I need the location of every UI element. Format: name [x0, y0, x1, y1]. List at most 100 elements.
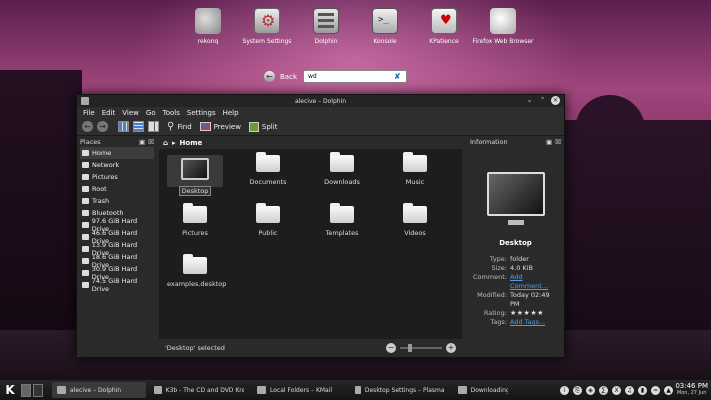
menu-go[interactable]: Go: [146, 109, 156, 117]
zoom-out-icon[interactable]: −: [386, 343, 396, 353]
file-item[interactable]: Downloads: [314, 152, 370, 186]
clock[interactable]: 03:46 PM Mon, 27 Jun: [675, 382, 708, 396]
file-name: Templates: [325, 229, 359, 237]
minimize-icon[interactable]: ⌄: [525, 96, 534, 105]
clock-time: 03:46 PM: [675, 382, 708, 390]
desktop-2[interactable]: [33, 383, 43, 397]
kde-menu-icon[interactable]: K: [1, 381, 19, 399]
file-name: Videos: [404, 229, 426, 237]
file-item[interactable]: Templates: [314, 203, 370, 237]
file-item[interactable]: Music: [387, 152, 443, 186]
file-item[interactable]: Pictures: [167, 203, 223, 237]
panel-close-icon[interactable]: ☒: [148, 138, 154, 147]
breadcrumb: ⌂ ▸ Home: [159, 136, 462, 149]
info-icon[interactable]: i: [560, 385, 569, 395]
task-button[interactable]: Local Folders – KMail: [252, 382, 347, 398]
menu-tools[interactable]: Tools: [163, 109, 180, 117]
info-name: Desktop: [499, 239, 532, 247]
find-button[interactable]: ⚲ Find: [167, 121, 192, 132]
file-name: Documents: [249, 178, 287, 186]
task-button[interactable]: Downloading: [453, 382, 513, 398]
task-label: K3b - The CD and DVD Kreator: [165, 386, 244, 394]
file-item[interactable]: examples.desktop: [167, 254, 226, 288]
details-view-icon[interactable]: [148, 121, 159, 132]
task-button[interactable]: Desktop Settings – Plasma Desktop Shell: [350, 382, 450, 398]
place-label: Bluetooth: [92, 209, 124, 217]
place-item[interactable]: Root: [80, 183, 154, 195]
menu-edit[interactable]: Edit: [102, 109, 116, 117]
panel-float-icon[interactable]: ▣: [139, 138, 145, 147]
task-button[interactable]: K3b - The CD and DVD Kreator: [149, 382, 249, 398]
place-label: Home: [92, 149, 112, 157]
icons-view-icon[interactable]: [118, 121, 129, 132]
panel-close-icon[interactable]: ☒: [555, 138, 561, 147]
info-key: Type:: [489, 255, 507, 263]
zoom-slider[interactable]: [400, 344, 442, 352]
zoom-control: − +: [386, 343, 456, 353]
place-item[interactable]: Home: [80, 147, 154, 159]
place-item[interactable]: Trash: [80, 195, 154, 207]
menu-help[interactable]: Help: [223, 109, 239, 117]
zoom-in-icon[interactable]: +: [446, 343, 456, 353]
battery-icon[interactable]: ▮: [638, 385, 647, 395]
split-button[interactable]: Split: [248, 121, 277, 132]
file-name: Pictures: [182, 229, 208, 237]
file-item[interactable]: Documents: [240, 152, 296, 186]
place-item[interactable]: Pictures: [80, 171, 154, 183]
preview-button[interactable]: Preview: [199, 122, 241, 131]
desktop-pager[interactable]: [21, 383, 43, 397]
file-name: Music: [405, 178, 425, 186]
breadcrumb-home[interactable]: Home: [180, 139, 203, 147]
rekonq-icon: [195, 8, 221, 34]
search-input[interactable]: wd ✘: [303, 70, 407, 83]
task-list: alecive – Dolphin K3b - The CD and DVD Kr…: [49, 382, 513, 398]
place-item[interactable]: Network: [80, 159, 154, 171]
menu-settings[interactable]: Settings: [187, 109, 216, 117]
info-link[interactable]: Add Comment...: [510, 273, 561, 291]
info-row: Size: 4.0 KiB: [470, 264, 561, 273]
menu-file[interactable]: File: [83, 109, 95, 117]
clear-search-icon[interactable]: ✘: [394, 72, 403, 81]
place-item[interactable]: 74.5 GiB Hard Drive: [80, 277, 154, 293]
x-icon[interactable]: X: [612, 385, 621, 395]
close-icon[interactable]: ×: [551, 96, 560, 105]
info-key: Tags:: [490, 318, 507, 326]
file-item[interactable]: Public: [240, 203, 296, 237]
clipboard-icon[interactable]: ⎘: [573, 385, 582, 395]
window-titlebar[interactable]: alecive – Dolphin ⌄ ⌃ ×: [77, 95, 564, 107]
menubar: File Edit View Go Tools Settings Help: [77, 107, 564, 118]
taskbar: K alecive – Dolphin K3b - The CD and DVD …: [0, 380, 711, 400]
file-item[interactable]: Videos: [387, 203, 443, 237]
place-label: Trash: [92, 197, 110, 205]
desktop-1[interactable]: [21, 383, 31, 397]
place-icon: [82, 174, 89, 180]
wifi-icon[interactable]: ≈: [651, 385, 660, 395]
launcher-firefox[interactable]: Firefox Web Browser: [468, 8, 538, 45]
shortcut-icon[interactable]: ▲: [664, 385, 673, 395]
forward-nav-icon[interactable]: →: [97, 121, 108, 132]
task-app-icon: [355, 386, 361, 394]
panel-float-icon[interactable]: ▣: [546, 138, 552, 147]
folder-icon: [330, 203, 354, 223]
zoom-slider-handle[interactable]: [408, 344, 412, 352]
bluetooth-icon[interactable]: ∑: [599, 385, 608, 395]
volume-icon[interactable]: ♫: [625, 385, 634, 395]
place-icon: [82, 210, 89, 216]
file-item[interactable]: Desktop: [167, 155, 223, 196]
menu-view[interactable]: View: [122, 109, 139, 117]
home-icon[interactable]: ⌂: [163, 139, 168, 147]
info-link[interactable]: Add Tags...: [510, 318, 561, 327]
system-settings-icon: [254, 8, 280, 34]
dolphin-icon: [313, 8, 339, 34]
toolbar: ← → ⚲ Find Preview Split: [77, 118, 564, 136]
back-button[interactable]: ← Back: [264, 71, 297, 82]
network-icon[interactable]: ◈: [586, 385, 595, 395]
task-button[interactable]: alecive – Dolphin: [52, 382, 146, 398]
folder-icon: [256, 203, 280, 223]
info-row: Modified: Today 02:49 PM: [470, 291, 561, 309]
info-value[interactable]: ★★★★★: [510, 309, 561, 318]
maximize-icon[interactable]: ⌃: [538, 96, 547, 105]
back-nav-icon[interactable]: ←: [82, 121, 93, 132]
compact-view-icon[interactable]: [133, 121, 144, 132]
monitor-icon: [181, 158, 209, 180]
